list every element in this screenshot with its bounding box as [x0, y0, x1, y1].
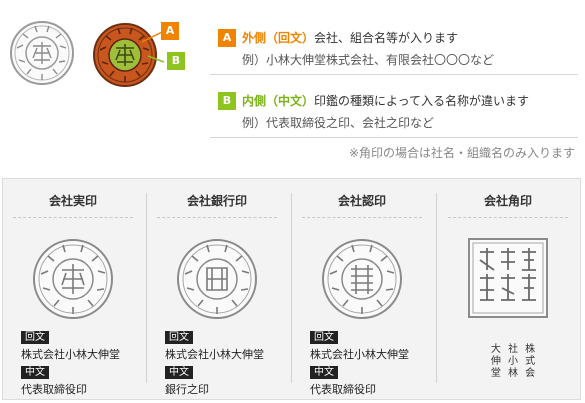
card-divider	[146, 193, 147, 383]
title-divider	[157, 217, 277, 218]
marker-a-badge: A	[161, 22, 179, 40]
card-title: 会社実印	[48, 194, 97, 208]
seal-outline-image	[10, 21, 74, 85]
legend-b-example: 例）代表取締役之印、会社之印など	[242, 116, 435, 130]
card-ninin: 会社認印 回文 株式会社小林大伸堂 中文 代表取締役印	[298, 188, 426, 396]
ginkoin-seal-image	[177, 239, 257, 319]
inner-text-value: 代表取締役印	[21, 383, 87, 396]
card-title: 会社銀行印	[186, 194, 247, 208]
inner-text-tag: 中文	[310, 366, 338, 379]
seal-types-panel: 会社実印 回文 株式会社小林大伸堂 中文 代表取締役印 会社銀行印 回文 株式会…	[2, 178, 581, 400]
card-title: 会社認印	[337, 194, 386, 208]
kakuin-seal-image	[468, 238, 548, 318]
card-kakuin: 会社角印 大 社 株 伸 小 式 堂 林 会	[444, 188, 572, 391]
card-divider	[291, 193, 292, 383]
legend-b-badge: B	[218, 92, 236, 110]
outer-text-value: 株式会社小林大伸堂	[310, 348, 409, 361]
card-divider	[436, 193, 437, 383]
title-divider	[13, 217, 133, 218]
outer-text-tag: 回文	[310, 331, 338, 344]
title-divider	[448, 217, 568, 218]
seal-explanation-panel: A B A 外側（回文）会社、組合名等が入ります 例）小林大伸堂株式会社、有限会…	[0, 0, 585, 175]
legend-row-a: A 外側（回文）会社、組合名等が入ります 例）小林大伸堂株式会社、有限会社〇〇〇…	[210, 18, 578, 75]
card-jitsuin: 会社実印 回文 株式会社小林大伸堂 中文 代表取締役印	[9, 188, 137, 396]
kakuin-note: ※角印の場合は社名・組織名のみ入ります	[348, 146, 575, 160]
legend-list: A 外側（回文）会社、組合名等が入ります 例）小林大伸堂株式会社、有限会社〇〇〇…	[210, 18, 578, 138]
inner-text-tag: 中文	[165, 366, 193, 379]
inner-text-value: 銀行之印	[165, 383, 209, 396]
card-title: 会社角印	[483, 194, 532, 208]
outer-text-value: 株式会社小林大伸堂	[165, 348, 264, 361]
legend-a-example: 例）小林大伸堂株式会社、有限会社〇〇〇など	[242, 53, 495, 67]
legend-b-text: 印鑑の種類によって入る名称が違います	[314, 94, 530, 108]
outer-text-tag: 回文	[165, 331, 193, 344]
marker-b-badge: B	[167, 52, 185, 70]
kakuin-text: 大 社 株 伸 小 式 堂 林 会	[490, 344, 538, 379]
legend-a-keyword: 外側（回文）	[242, 31, 315, 45]
inner-text-value: 代表取締役印	[310, 383, 376, 396]
outer-text-tag: 回文	[21, 331, 49, 344]
outer-text-value: 株式会社小林大伸堂	[21, 348, 120, 361]
legend-a-badge: A	[218, 29, 236, 47]
legend-b-keyword: 内側（中文）	[242, 94, 315, 108]
ninin-seal-image	[322, 239, 402, 319]
title-divider	[302, 217, 422, 218]
legend-a-text: 会社、組合名等が入ります	[314, 31, 459, 45]
card-ginkoin: 会社銀行印 回文 株式会社小林大伸堂 中文 銀行之印	[153, 188, 281, 396]
legend-row-b: B 内側（中文）印鑑の種類によって入る名称が違います 例）代表取締役之印、会社之…	[210, 81, 578, 138]
jitsuin-seal-image	[33, 239, 113, 319]
inner-text-tag: 中文	[21, 366, 49, 379]
